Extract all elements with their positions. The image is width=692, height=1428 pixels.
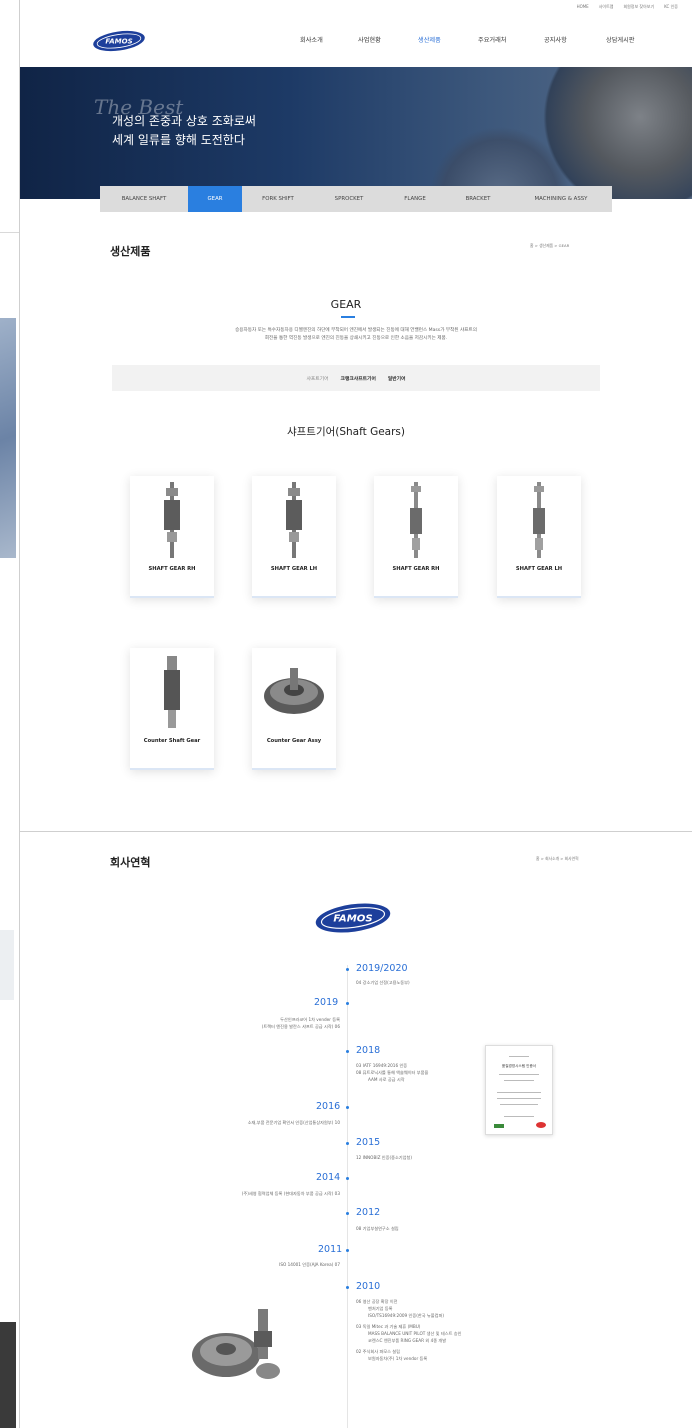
hero-copy-line1: 개성의 존중과 상호 조화로써 xyxy=(112,114,256,128)
page: HOME 사이트맵 회원정보 찾아보기 KC 인증 FAMOS 회사소개 사업현… xyxy=(0,0,692,1428)
subtab-crankshaft-gear[interactable]: 크랭크샤프트기어 xyxy=(341,375,376,382)
shaft-gear-image xyxy=(252,476,336,564)
card-label: Counter Shaft Gear xyxy=(143,738,201,744)
product-card[interactable]: SHAFT GEAR LH xyxy=(252,476,336,598)
timeline-dot xyxy=(346,1002,349,1005)
timeline-dot xyxy=(346,1050,349,1053)
timeline-year: 2018 xyxy=(356,1045,381,1056)
nav-business[interactable]: 사업현황 xyxy=(358,35,418,44)
gear-description: 승용자동차 또는 특수자동차용 디젤엔진의 하단에 부착되어 엔진에서 발생되는… xyxy=(235,328,477,341)
gear-heading: GEAR xyxy=(330,298,362,311)
svg-text:FAMOS: FAMOS xyxy=(333,914,372,925)
timeline-dot xyxy=(346,1286,349,1289)
product-card[interactable]: SHAFT GEAR LH xyxy=(497,476,581,598)
timeline-dot xyxy=(346,1177,349,1180)
nav-company[interactable]: 회사소개 xyxy=(300,35,358,44)
hero-banner: The Best 개성의 존중과 상호 조화로써 세계 일류를 향해 도전한다 xyxy=(20,67,692,199)
product-tabs: BALANCE SHAFT GEAR FORK SHIFT SPROCKET F… xyxy=(100,186,612,212)
timeline-text: ISO 14001 인증(AJA Korea) 07 xyxy=(279,1262,340,1267)
gear-assembly-image xyxy=(192,1309,280,1379)
gear-subtabs: 샤프트기어 크랭크샤프트기어 일반기어 xyxy=(112,365,600,391)
timeline-text: 03 IATF 16949:2016 인증 08 퓨트로닉사를 통해 액슬웨이터… xyxy=(356,1063,429,1082)
tab-fork-shift[interactable]: FORK SHIFT xyxy=(242,186,314,212)
timeline-dot xyxy=(346,968,349,971)
timeline-year: 2019 xyxy=(314,997,339,1008)
timeline-dot xyxy=(346,1212,349,1215)
card-label: Counter Gear Assy xyxy=(266,738,322,744)
subtab-general-gear[interactable]: 일반기어 xyxy=(388,375,406,382)
timeline-year: 2014 xyxy=(316,1172,341,1183)
product-card[interactable]: SHAFT GEAR RH xyxy=(374,476,458,598)
tab-bracket[interactable]: BRACKET xyxy=(446,186,510,212)
nav-products[interactable]: 생산제품 xyxy=(418,35,478,44)
card-label: SHAFT GEAR LH xyxy=(270,566,318,572)
nav-clients[interactable]: 주요거래처 xyxy=(478,35,544,44)
counter-gear-assy-image xyxy=(252,648,336,736)
famos-logo-large: FAMOS xyxy=(315,903,391,933)
shaft-gear-image xyxy=(497,476,581,564)
counter-shaft-gear-image xyxy=(130,648,214,736)
card-label: SHAFT GEAR LH xyxy=(515,566,563,572)
timeline-year: 2012 xyxy=(356,1207,381,1218)
util-link-kc[interactable]: KC 인증 xyxy=(664,4,678,10)
tab-sprocket[interactable]: SPROCKET xyxy=(314,186,384,212)
timeline-year: 2010 xyxy=(356,1281,381,1292)
heading-accent-bar xyxy=(341,316,355,318)
tab-gear[interactable]: GEAR xyxy=(188,186,242,212)
nav-notice[interactable]: 공지사항 xyxy=(544,35,606,44)
util-link-account[interactable]: 회원정보 찾아보기 xyxy=(623,4,654,10)
product-card[interactable]: Counter Gear Assy xyxy=(252,648,336,770)
hero-copy-line2: 세계 일류를 향해 도전한다 xyxy=(112,133,245,147)
background-page-strip xyxy=(0,0,19,1428)
timeline-text: 12 INNOBIZ 인증(중소기업청) xyxy=(356,1155,412,1160)
timeline-dot xyxy=(346,1142,349,1145)
timeline-text: 06 영산 공장 확장 이전 벤처기업 등록 ISO/TS16949:2009 … xyxy=(356,1299,462,1361)
breadcrumb: 홈 > 생산제품 > GEAR xyxy=(530,243,570,248)
timeline-text: (주)세영 협력업체 등록 (현대자동차 부품 공급 시작) 03 xyxy=(241,1191,340,1196)
timeline-text: 04 강소기업 선정(고용노동부) xyxy=(356,980,410,985)
page-title: 생산제품 xyxy=(110,245,151,258)
timeline-year: 2015 xyxy=(356,1137,381,1148)
timeline-text: 두산인프라코어 1차 vender 등록 (트랙터 엔진용 발란스 샤프트 공급… xyxy=(261,1017,340,1029)
famos-logo[interactable]: FAMOS xyxy=(92,30,146,52)
tab-machining-assy[interactable]: MACHINING & ASSY xyxy=(510,186,612,212)
product-card[interactable]: SHAFT GEAR RH xyxy=(130,476,214,598)
tab-balance-shaft[interactable]: BALANCE SHAFT xyxy=(100,186,188,212)
main-nav: 회사소개 사업현황 생산제품 주요거래처 공지사항 상담게시판 xyxy=(300,35,666,44)
shaft-gear-image xyxy=(374,476,458,564)
nav-consult[interactable]: 상담게시판 xyxy=(606,35,666,44)
util-link-sitemap[interactable]: 사이트맵 xyxy=(599,4,614,10)
card-label: SHAFT GEAR RH xyxy=(392,566,440,572)
timeline-line xyxy=(347,965,348,1428)
page-divider xyxy=(20,831,692,832)
subtab-shaft-gear[interactable]: 샤프트기어 xyxy=(306,375,328,382)
utility-links: HOME 사이트맵 회원정보 찾아보기 KC 인증 xyxy=(577,4,678,10)
shaft-gear-image xyxy=(130,476,214,564)
product-card[interactable]: Counter Shaft Gear xyxy=(130,648,214,770)
section-title: 샤프트기어(Shaft Gears) xyxy=(286,426,406,438)
timeline-year: 2011 xyxy=(318,1244,343,1255)
history-title: 회사연혁 xyxy=(110,856,151,869)
certificate-image: 품질경영시스템 인증서 xyxy=(485,1045,553,1135)
timeline-dot xyxy=(346,1106,349,1109)
frame-divider xyxy=(19,0,20,1428)
tab-flange[interactable]: FLANGE xyxy=(384,186,446,212)
timeline-year: 2016 xyxy=(316,1101,341,1112)
timeline-text: 08 기업부설연구소 설립 xyxy=(356,1226,399,1231)
history-breadcrumb: 홈 > 회사소개 > 회사연혁 xyxy=(536,856,579,861)
util-link-home[interactable]: HOME xyxy=(577,4,589,10)
svg-text:FAMOS: FAMOS xyxy=(105,38,132,46)
card-label: SHAFT GEAR RH xyxy=(148,566,196,572)
timeline-text: 소재,부품 전문기업 확인서 인증(산업통상자원부) 10 xyxy=(247,1120,340,1125)
timeline-dot xyxy=(346,1249,349,1252)
timeline-year: 2019/2020 xyxy=(356,963,408,974)
